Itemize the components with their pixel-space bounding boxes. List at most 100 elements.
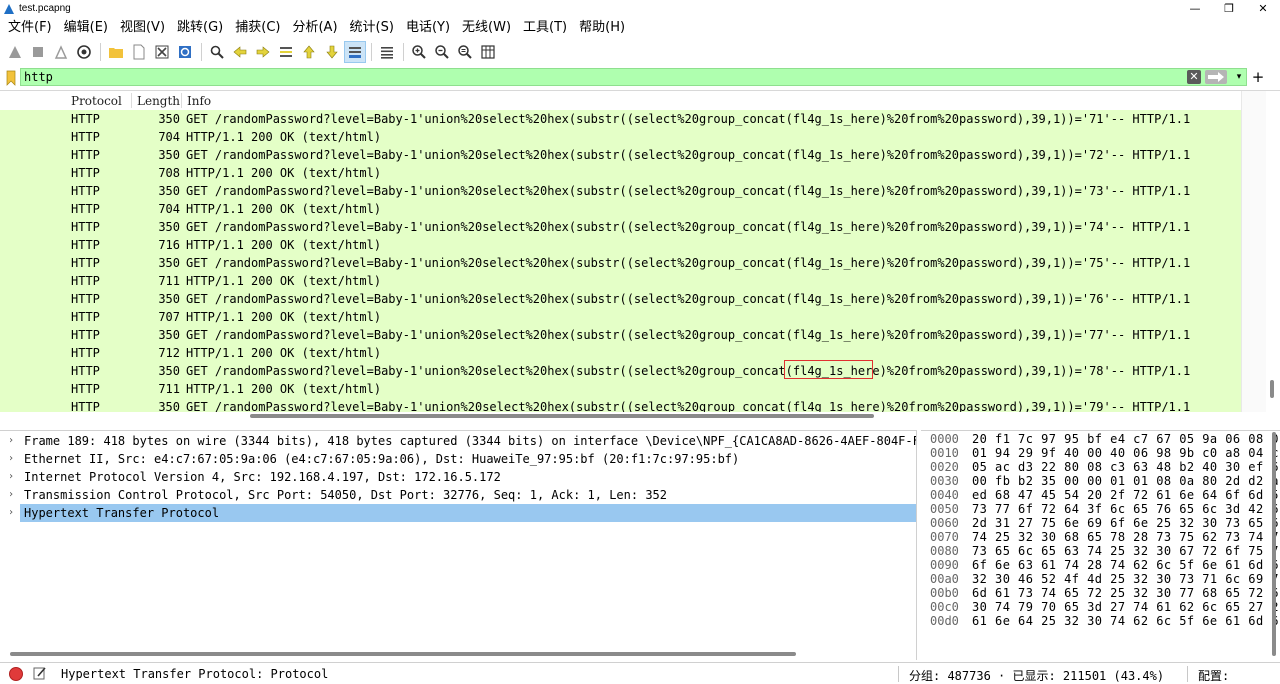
packet-info: HTTP/1.1 200 OK (text/html)	[186, 130, 382, 144]
forward-arrow-icon[interactable]	[252, 41, 274, 63]
zoom-in-icon[interactable]	[408, 41, 430, 63]
packet-protocol: HTTP	[71, 400, 100, 412]
hex-dump-row[interactable]: 0020 05 ac d3 22 80 08 c3 63 48 b2 40 30 …	[921, 460, 1280, 474]
hex-dump-row[interactable]: 0010 01 94 29 9f 40 00 40 06 98 9b c0 a8 …	[921, 446, 1280, 460]
back-arrow-icon[interactable]	[229, 41, 251, 63]
menu-analyze[interactable]: 分析(A)	[286, 17, 343, 39]
display-filter-input[interactable]: http	[20, 68, 1247, 86]
details-horizontal-scroll-thumb[interactable]	[10, 652, 796, 656]
menu-statistics[interactable]: 统计(S)	[344, 17, 400, 39]
expand-chevron-icon[interactable]: ›	[8, 486, 14, 504]
detail-tree-item[interactable]: › Hypertext Transfer Protocol	[0, 504, 916, 522]
packet-row[interactable]: HTTP 704 HTTP/1.1 200 OK (text/html)	[0, 200, 1241, 218]
menu-tools[interactable]: 工具(T)	[517, 17, 573, 39]
menu-edit[interactable]: 编辑(E)	[58, 17, 114, 39]
close-button[interactable]: ✕	[1246, 0, 1280, 17]
bytes-vertical-scroll-thumb[interactable]	[1272, 432, 1276, 656]
packet-info: GET /randomPassword?level=Baby-1'union%2…	[186, 256, 1191, 270]
hex-bytes: 32 30 46 52 4f 4d 25 32 30 73 71 6c 69 7	[972, 572, 1279, 586]
hex-dump-row[interactable]: 0060 2d 31 27 75 6e 69 6f 6e 25 32 30 73 …	[921, 516, 1280, 530]
packet-row[interactable]: HTTP 711 HTTP/1.1 200 OK (text/html)	[0, 272, 1241, 290]
zoom-normal-icon[interactable]	[454, 41, 476, 63]
packet-row[interactable]: HTTP 704 HTTP/1.1 200 OK (text/html)	[0, 128, 1241, 146]
column-header-protocol[interactable]: Protocol	[71, 94, 122, 108]
expand-chevron-icon[interactable]: ›	[8, 468, 14, 486]
hex-offset: 0070	[930, 530, 959, 544]
menu-view[interactable]: 视图(V)	[114, 17, 171, 39]
detail-tree-item[interactable]: › Ethernet II, Src: e4:c7:67:05:9a:06 (e4…	[0, 450, 916, 468]
hex-dump-row[interactable]: 00b0 6d 61 73 74 65 72 25 32 30 77 68 65 …	[921, 586, 1280, 600]
packet-row[interactable]: HTTP 350 GET /randomPassword?level=Baby-1'…	[0, 146, 1241, 164]
first-packet-icon[interactable]	[298, 41, 320, 63]
packet-row[interactable]: HTTP 712 HTTP/1.1 200 OK (text/html)	[0, 344, 1241, 362]
hex-dump-row[interactable]: 0040 ed 68 47 45 54 20 2f 72 61 6e 64 6f …	[921, 488, 1280, 502]
menu-wireless[interactable]: 无线(W)	[456, 17, 517, 39]
find-icon[interactable]	[206, 41, 228, 63]
column-header-length[interactable]: Length	[137, 94, 180, 108]
stop-icon[interactable]	[27, 41, 49, 63]
hex-dump-row[interactable]: 0080 73 65 6c 65 63 74 25 32 30 67 72 6f …	[921, 544, 1280, 558]
packet-length: 704	[158, 130, 180, 144]
shark-fin-start-icon[interactable]	[4, 41, 26, 63]
expand-chevron-icon[interactable]: ›	[8, 450, 14, 468]
last-packet-icon[interactable]	[321, 41, 343, 63]
expand-chevron-icon[interactable]: ›	[8, 504, 14, 522]
hex-dump-row[interactable]: 0030 00 fb b2 35 00 00 01 01 08 0a 80 2d …	[921, 474, 1280, 488]
hex-dump-row[interactable]: 00c0 30 74 79 70 65 3d 27 74 61 62 6c 65 …	[921, 600, 1280, 614]
add-filter-button-icon[interactable]: +	[1251, 68, 1265, 86]
resize-columns-icon[interactable]	[477, 41, 499, 63]
hex-dump-row[interactable]: 00a0 32 30 46 52 4f 4d 25 32 30 73 71 6c …	[921, 572, 1280, 586]
menu-capture[interactable]: 捕获(C)	[229, 17, 286, 39]
packet-list-scroll-thumb[interactable]	[1270, 380, 1274, 398]
packet-row[interactable]: HTTP 350 GET /randomPassword?level=Baby-1'…	[0, 182, 1241, 200]
clear-filter-icon[interactable]: ✕	[1187, 70, 1201, 84]
column-header-info[interactable]: Info	[187, 94, 211, 108]
packet-row[interactable]: HTTP 716 HTTP/1.1 200 OK (text/html)	[0, 236, 1241, 254]
menu-go[interactable]: 跳转(G)	[171, 17, 229, 39]
close-file-icon[interactable]	[151, 41, 173, 63]
packet-list-horizontal-scroll-thumb[interactable]	[250, 414, 874, 418]
open-folder-icon[interactable]	[105, 41, 127, 63]
filter-history-dropdown-icon[interactable]: ▾	[1233, 69, 1245, 85]
menu-telephony[interactable]: 电话(Y)	[400, 17, 456, 39]
restart-icon[interactable]	[50, 41, 72, 63]
packet-row[interactable]: HTTP 350 GET /randomPassword?level=Baby-1'…	[0, 254, 1241, 272]
packet-row[interactable]: HTTP 350 GET /randomPassword?level=Baby-1'…	[0, 326, 1241, 344]
options-gear-icon[interactable]	[73, 41, 95, 63]
filter-bookmark-icon[interactable]	[2, 68, 20, 87]
maximize-button[interactable]: ❐	[1212, 0, 1246, 17]
hex-dump-row[interactable]: 0070 74 25 32 30 68 65 78 28 73 75 62 73 …	[921, 530, 1280, 544]
profile-selector[interactable]: 配置: Default	[1198, 667, 1280, 684]
hex-dump-row[interactable]: 00d0 61 6e 64 25 32 30 74 62 6c 5f 6e 61 …	[921, 614, 1280, 628]
hex-bytes: 6f 6e 63 61 74 28 74 62 6c 5f 6e 61 6d 6	[972, 558, 1279, 572]
packet-list-vertical-scrollbar[interactable]	[1241, 91, 1266, 412]
menu-help[interactable]: 帮助(H)	[573, 17, 631, 39]
packet-row[interactable]: HTTP 708 HTTP/1.1 200 OK (text/html)	[0, 164, 1241, 182]
packet-row[interactable]: HTTP 711 HTTP/1.1 200 OK (text/html)	[0, 380, 1241, 398]
detail-tree-item[interactable]: › Transmission Control Protocol, Src Port…	[0, 486, 916, 504]
goto-packet-icon[interactable]	[275, 41, 297, 63]
expert-info-icon[interactable]	[9, 667, 23, 681]
minimize-button[interactable]: —	[1178, 0, 1212, 17]
packet-row[interactable]: HTTP 707 HTTP/1.1 200 OK (text/html)	[0, 308, 1241, 326]
packet-row[interactable]: HTTP 350 GET /randomPassword?level=Baby-1'…	[0, 290, 1241, 308]
packet-row[interactable]: HTTP 350 GET /randomPassword?level=Baby-1'…	[0, 110, 1241, 128]
detail-tree-item[interactable]: › Frame 189: 418 bytes on wire (3344 bits…	[0, 432, 916, 450]
hex-dump-row[interactable]: 0050 73 77 6f 72 64 3f 6c 65 76 65 6c 3d …	[921, 502, 1280, 516]
packet-row[interactable]: HTTP 350 GET /randomPassword?level=Baby-1'…	[0, 362, 1241, 380]
colorize-icon[interactable]	[376, 41, 398, 63]
apply-filter-arrow-icon[interactable]	[1205, 70, 1227, 84]
packet-row[interactable]: HTTP 350 GET /randomPassword?level=Baby-1'…	[0, 218, 1241, 236]
expand-chevron-icon[interactable]: ›	[8, 432, 14, 450]
hex-dump-row[interactable]: 0000 20 f1 7c 97 95 bf e4 c7 67 05 9a 06 …	[921, 432, 1280, 446]
capture-comment-icon[interactable]	[33, 666, 47, 680]
hex-bytes: 30 74 79 70 65 3d 27 74 61 62 6c 65 27 2	[972, 600, 1279, 614]
menu-file[interactable]: 文件(F)	[2, 17, 58, 39]
detail-tree-item[interactable]: › Internet Protocol Version 4, Src: 192.1…	[0, 468, 916, 486]
file-icon[interactable]	[128, 41, 150, 63]
reload-icon[interactable]	[174, 41, 196, 63]
autoscroll-icon[interactable]	[344, 41, 366, 63]
packet-row[interactable]: HTTP 350 GET /randomPassword?level=Baby-1'…	[0, 398, 1241, 412]
hex-dump-row[interactable]: 0090 6f 6e 63 61 74 28 74 62 6c 5f 6e 61 …	[921, 558, 1280, 572]
zoom-out-icon[interactable]	[431, 41, 453, 63]
